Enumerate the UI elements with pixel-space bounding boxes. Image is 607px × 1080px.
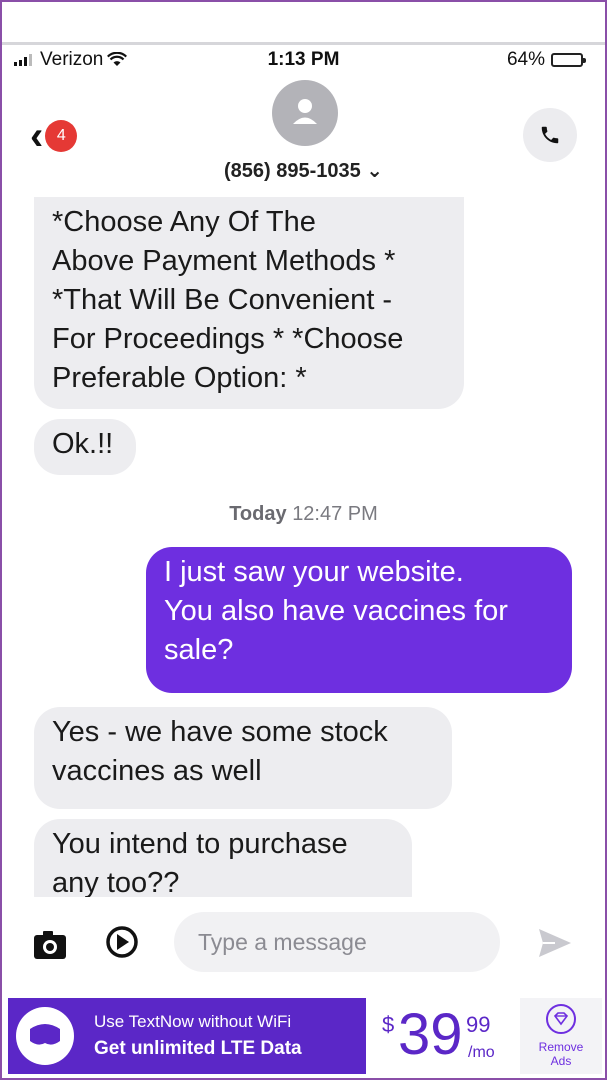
ad-price[interactable]: $ 39 99 /mo <box>370 998 510 1074</box>
message-timestamp: Today 12:47 PM <box>2 503 605 526</box>
contact-name[interactable]: (856) 895-1035 ⌄ <box>2 158 605 183</box>
textnow-logo-icon <box>30 1024 60 1045</box>
battery-percent: 64% <box>506 49 545 70</box>
camera-button[interactable] <box>32 926 68 962</box>
ad-subheadline: Get unlimited LTE Data <box>94 1038 302 1059</box>
message-incoming: You intend to purchase any too?? <box>34 819 412 897</box>
person-icon <box>293 99 317 124</box>
phone-icon <box>541 126 559 144</box>
camera-icon <box>34 931 66 959</box>
call-button[interactable] <box>523 108 577 162</box>
back-button[interactable]: ‹ 4 <box>30 114 78 158</box>
message-incoming: *Choose Any Of The Above Payment Methods… <box>34 197 464 409</box>
message-thread[interactable]: *Choose Any Of The Above Payment Methods… <box>2 197 605 897</box>
send-icon <box>539 929 571 957</box>
remove-ads-button[interactable]: Remove Ads <box>520 998 602 1074</box>
message-incoming: Ok.!! <box>34 419 136 475</box>
unread-badge: 4 <box>45 120 78 152</box>
message-outgoing: I just saw your website. You also have v… <box>146 547 572 693</box>
battery-status: 64% <box>506 49 586 71</box>
app-frame: Verizon 1:13 PM 64% ‹ 4 (856) 895-1035 ⌄ <box>0 0 607 1080</box>
sticker-button[interactable] <box>104 924 140 960</box>
price-currency: $ <box>382 1012 395 1037</box>
message-incoming: Yes - we have some stock vaccines as wel… <box>34 707 452 809</box>
conversation-header: ‹ 4 (856) 895-1035 ⌄ <box>2 74 605 194</box>
status-bar: Verizon 1:13 PM 64% <box>2 42 605 77</box>
avatar[interactable] <box>272 80 338 146</box>
ad-banner[interactable]: Use TextNow without WiFi Get unlimited L… <box>8 998 602 1074</box>
price-cents: 99 <box>466 1012 491 1037</box>
chevron-left-icon: ‹ <box>30 114 44 158</box>
remove-ads-label: Remove Ads <box>538 1040 584 1068</box>
timestamp-day: Today <box>229 503 287 525</box>
ad-headline: Use TextNow without WiFi <box>94 1012 292 1031</box>
sticker-icon <box>106 926 138 958</box>
send-button[interactable] <box>537 926 573 960</box>
price-dollars: 39 <box>398 1002 463 1067</box>
timestamp-time: 12:47 PM <box>292 503 378 525</box>
message-input[interactable] <box>174 912 500 972</box>
battery-icon <box>551 53 586 67</box>
price-unit: /mo <box>468 1044 495 1061</box>
diamond-icon <box>546 1004 576 1034</box>
ad-promo[interactable]: Use TextNow without WiFi Get unlimited L… <box>8 998 366 1074</box>
composer <box>2 904 605 980</box>
textnow-logo <box>16 1007 74 1065</box>
